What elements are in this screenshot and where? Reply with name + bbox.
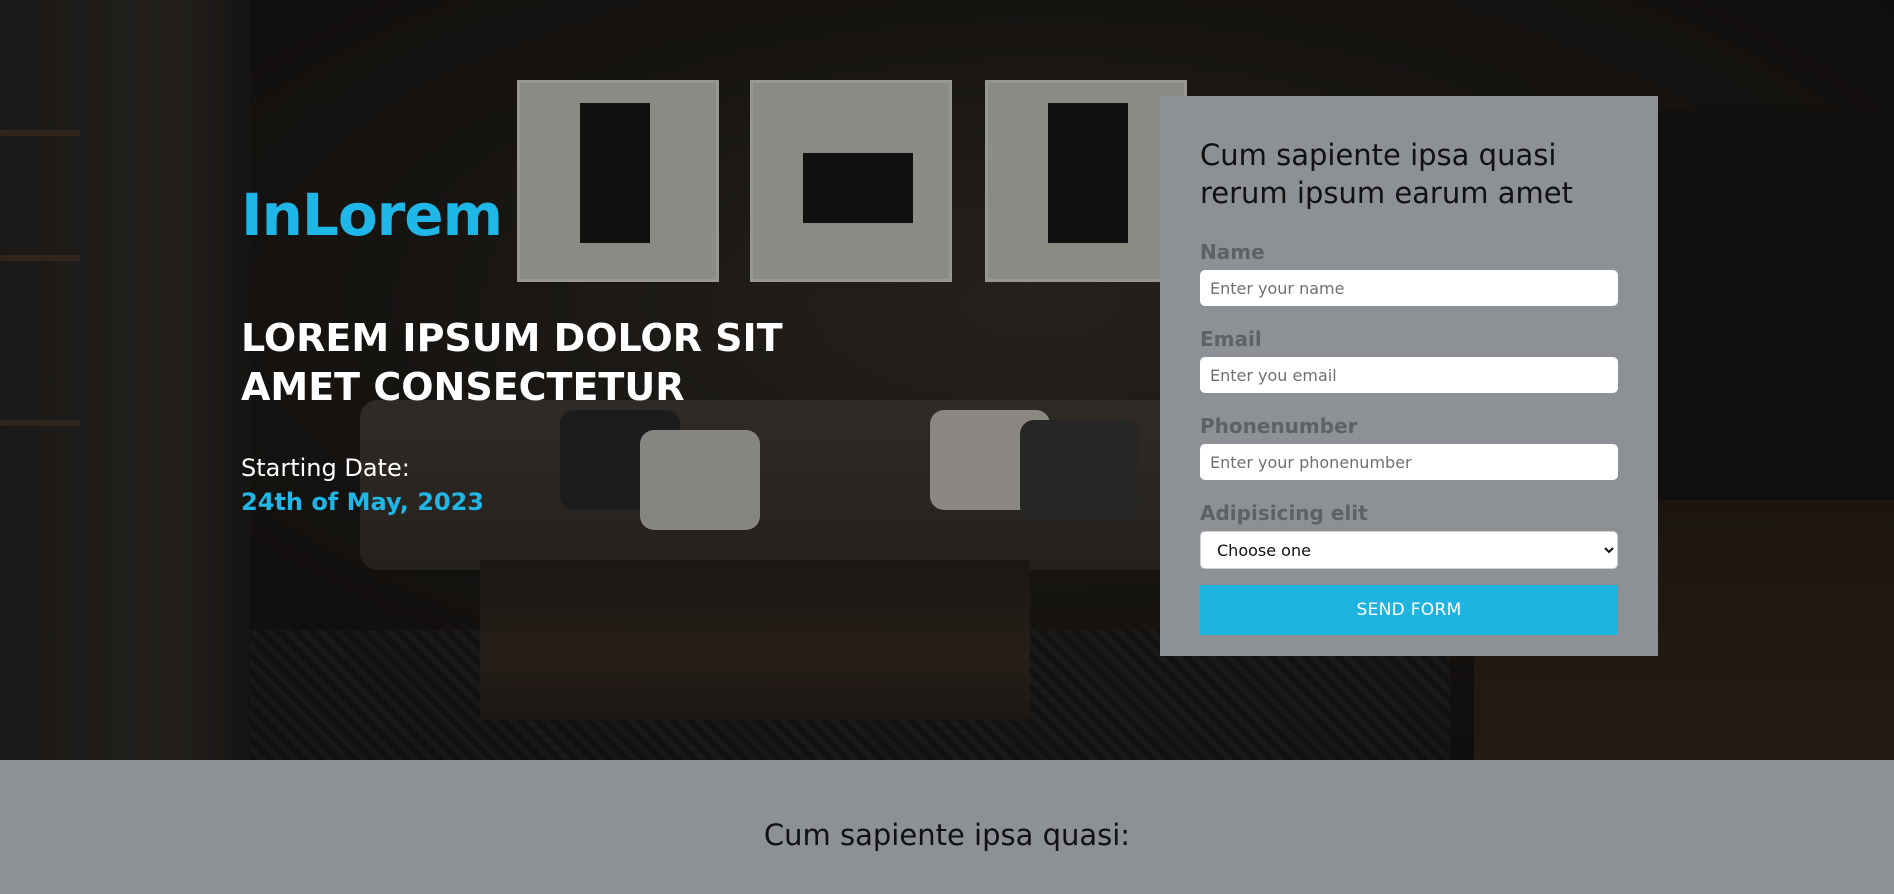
info-section: Cum sapiente ipsa quasi: xyxy=(0,760,1894,894)
email-input[interactable] xyxy=(1200,357,1618,393)
send-form-button[interactable]: SEND FORM xyxy=(1200,585,1618,635)
name-label: Name xyxy=(1200,240,1265,264)
hero-section: InLorem LOREM IPSUM DOLOR SIT AMET CONSE… xyxy=(0,0,1894,760)
form-title: Cum sapiente ipsa quasi rerum ipsum earu… xyxy=(1200,138,1573,210)
select-label: Adipisicing elit xyxy=(1200,501,1368,525)
section-title: Cum sapiente ipsa quasi: xyxy=(763,818,1131,852)
email-label: Email xyxy=(1200,327,1262,351)
choice-select[interactable]: Choose one xyxy=(1200,531,1618,569)
name-input[interactable] xyxy=(1200,270,1618,306)
signup-form: Cum sapiente ipsa quasi rerum ipsum earu… xyxy=(1160,96,1658,656)
phone-input[interactable] xyxy=(1200,444,1618,480)
brand-logo: InLorem xyxy=(241,181,503,249)
start-date-value: 24th of May, 2023 xyxy=(241,488,484,516)
hero-content: InLorem LOREM IPSUM DOLOR SIT AMET CONSE… xyxy=(241,180,801,516)
hero-headline: LOREM IPSUM DOLOR SIT AMET CONSECTETUR xyxy=(241,316,783,409)
phone-label: Phonenumber xyxy=(1200,414,1358,438)
start-date-label: Starting Date: xyxy=(241,454,410,482)
